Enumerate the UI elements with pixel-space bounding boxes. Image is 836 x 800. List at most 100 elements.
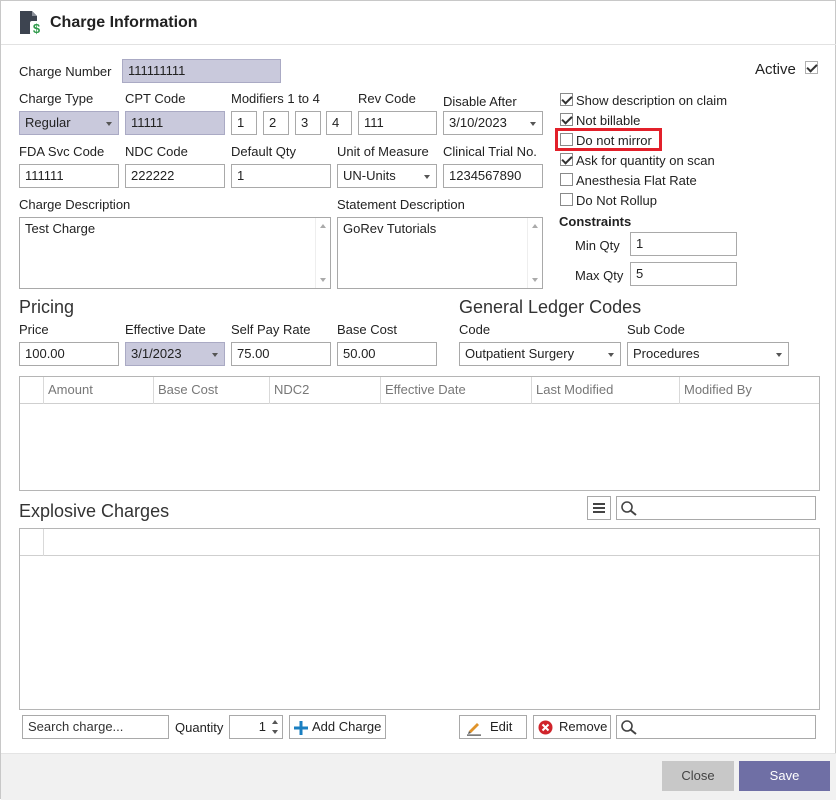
fda-svc-code-field[interactable]: 111111 — [19, 164, 119, 188]
statement-description-textarea[interactable]: GoRev Tutorials — [337, 217, 543, 289]
column-header-effective-date[interactable]: Effective Date — [380, 377, 531, 404]
not-billable-label: Not billable — [576, 113, 641, 128]
price-label: Price — [19, 322, 49, 337]
do-not-rollup-label: Do Not Rollup — [576, 193, 657, 208]
charge-type-select[interactable]: Regular — [19, 111, 119, 135]
active-checkbox[interactable] — [805, 61, 818, 74]
charge-number-label: Charge Number — [19, 64, 112, 79]
clinical-trial-no-field[interactable]: 1234567890 — [443, 164, 543, 188]
unit-of-measure-label: Unit of Measure — [337, 144, 429, 159]
remove-button[interactable]: Remove — [533, 715, 611, 739]
ndc-code-label: NDC Code — [125, 144, 188, 159]
explosive-charges-heading: Explosive Charges — [19, 501, 170, 521]
column-header-amount[interactable]: Amount — [43, 377, 153, 404]
grid-header-blank — [43, 529, 819, 556]
show-description-checkbox[interactable] — [560, 93, 573, 106]
effective-date-value: 3/1/2023 — [131, 346, 182, 361]
chevron-down-icon — [608, 353, 614, 357]
modifier-1-field[interactable]: 1 — [231, 111, 257, 135]
max-qty-field[interactable]: 5 — [630, 262, 737, 286]
close-button[interactable]: Close — [662, 761, 734, 791]
gl-sub-code-value: Procedures — [633, 346, 700, 361]
grid-header: Amount Base Cost NDC2 Effective Date Las… — [20, 377, 819, 404]
anesthesia-flat-rate-checkbox[interactable] — [560, 173, 573, 186]
add-charge-button[interactable]: Add Charge — [289, 715, 386, 739]
disable-after-date[interactable]: 3/10/2023 — [443, 111, 543, 135]
unit-of-measure-value: UN-Units — [343, 168, 396, 183]
chevron-down-icon — [212, 353, 218, 357]
plus-icon — [294, 720, 308, 742]
ndc-code-field[interactable]: 222222 — [125, 164, 225, 188]
constraints-heading: Constraints — [559, 214, 632, 229]
clinical-trial-no-label: Clinical Trial No. — [443, 144, 537, 159]
column-header-modified-by[interactable]: Modified By — [679, 377, 819, 404]
menu-icon — [593, 503, 605, 513]
effective-date-select[interactable]: 3/1/2023 — [125, 342, 225, 366]
gl-code-select[interactable]: Outpatient Surgery — [459, 342, 621, 366]
base-cost-label: Base Cost — [337, 322, 397, 337]
svg-text:$: $ — [33, 21, 41, 36]
grid-header-selector — [20, 529, 43, 556]
price-field[interactable]: 100.00 — [19, 342, 119, 366]
explosive-search-input[interactable] — [616, 496, 816, 520]
quantity-stepper[interactable]: 1 — [229, 715, 283, 739]
remove-label: Remove — [559, 719, 608, 734]
add-charge-label: Add Charge — [312, 719, 382, 734]
default-qty-field[interactable]: 1 — [231, 164, 331, 188]
rev-code-field[interactable]: 111 — [358, 111, 437, 135]
modifier-3-field[interactable]: 3 — [295, 111, 321, 135]
grid-header-selector — [20, 377, 43, 404]
chevron-down-icon — [776, 353, 782, 357]
statement-description-label: Statement Description — [337, 197, 465, 212]
ask-quantity-label: Ask for quantity on scan — [576, 153, 715, 168]
search-icon — [620, 500, 638, 519]
charge-number-field[interactable]: 111111111 — [122, 59, 281, 83]
chevron-down-icon — [424, 175, 430, 179]
stepper-arrows-icon[interactable] — [271, 719, 279, 735]
self-pay-rate-field[interactable]: 75.00 — [231, 342, 331, 366]
textarea-scrollbar[interactable] — [315, 218, 330, 288]
do-not-rollup-checkbox[interactable] — [560, 193, 573, 206]
title-bar: $ Charge Information — [1, 1, 836, 45]
search-charge-placeholder: Search charge... — [28, 719, 124, 734]
edit-button[interactable]: Edit — [459, 715, 527, 739]
modifier-2-field[interactable]: 2 — [263, 111, 289, 135]
cpt-code-field[interactable]: 11111 — [125, 111, 225, 135]
column-header-last-modified[interactable]: Last Modified — [531, 377, 679, 404]
quantity-value: 1 — [258, 719, 266, 734]
grid-search-input[interactable] — [616, 715, 816, 739]
cpt-code-label: CPT Code — [125, 91, 186, 106]
charge-description-textarea[interactable]: Test Charge — [19, 217, 331, 289]
column-header-ndc2[interactable]: NDC2 — [269, 377, 380, 404]
column-chooser-button[interactable] — [587, 496, 611, 520]
base-cost-field[interactable]: 50.00 — [337, 342, 437, 366]
gl-sub-code-select[interactable]: Procedures — [627, 342, 789, 366]
gl-code-value: Outpatient Surgery — [465, 346, 575, 361]
ask-quantity-checkbox[interactable] — [560, 153, 573, 166]
charge-description-label: Charge Description — [19, 197, 131, 212]
search-charge-input[interactable]: Search charge... — [22, 715, 169, 739]
pencil-icon — [466, 720, 482, 743]
grid-header — [20, 529, 819, 556]
column-header-base-cost[interactable]: Base Cost — [153, 377, 269, 404]
min-qty-field[interactable]: 1 — [630, 232, 737, 256]
self-pay-rate-label: Self Pay Rate — [231, 322, 311, 337]
chevron-down-icon — [106, 122, 112, 126]
effective-date-label: Effective Date — [125, 322, 206, 337]
textarea-scrollbar[interactable] — [527, 218, 542, 288]
modifier-4-field[interactable]: 4 — [326, 111, 352, 135]
active-label: Active — [755, 61, 796, 78]
min-qty-label: Min Qty — [575, 238, 620, 253]
not-billable-checkbox[interactable] — [560, 113, 573, 126]
unit-of-measure-select[interactable]: UN-Units — [337, 164, 437, 188]
price-history-grid[interactable]: Amount Base Cost NDC2 Effective Date Las… — [19, 376, 820, 491]
disable-after-label: Disable After — [443, 94, 517, 109]
explosive-charges-grid[interactable] — [19, 528, 820, 710]
fda-svc-code-label: FDA Svc Code — [19, 144, 105, 159]
save-button[interactable]: Save — [739, 761, 830, 791]
search-icon — [620, 719, 638, 738]
quantity-label: Quantity — [175, 720, 224, 735]
default-qty-label: Default Qty — [231, 144, 297, 159]
charge-type-value: Regular — [25, 115, 71, 130]
anesthesia-flat-rate-label: Anesthesia Flat Rate — [576, 173, 697, 188]
